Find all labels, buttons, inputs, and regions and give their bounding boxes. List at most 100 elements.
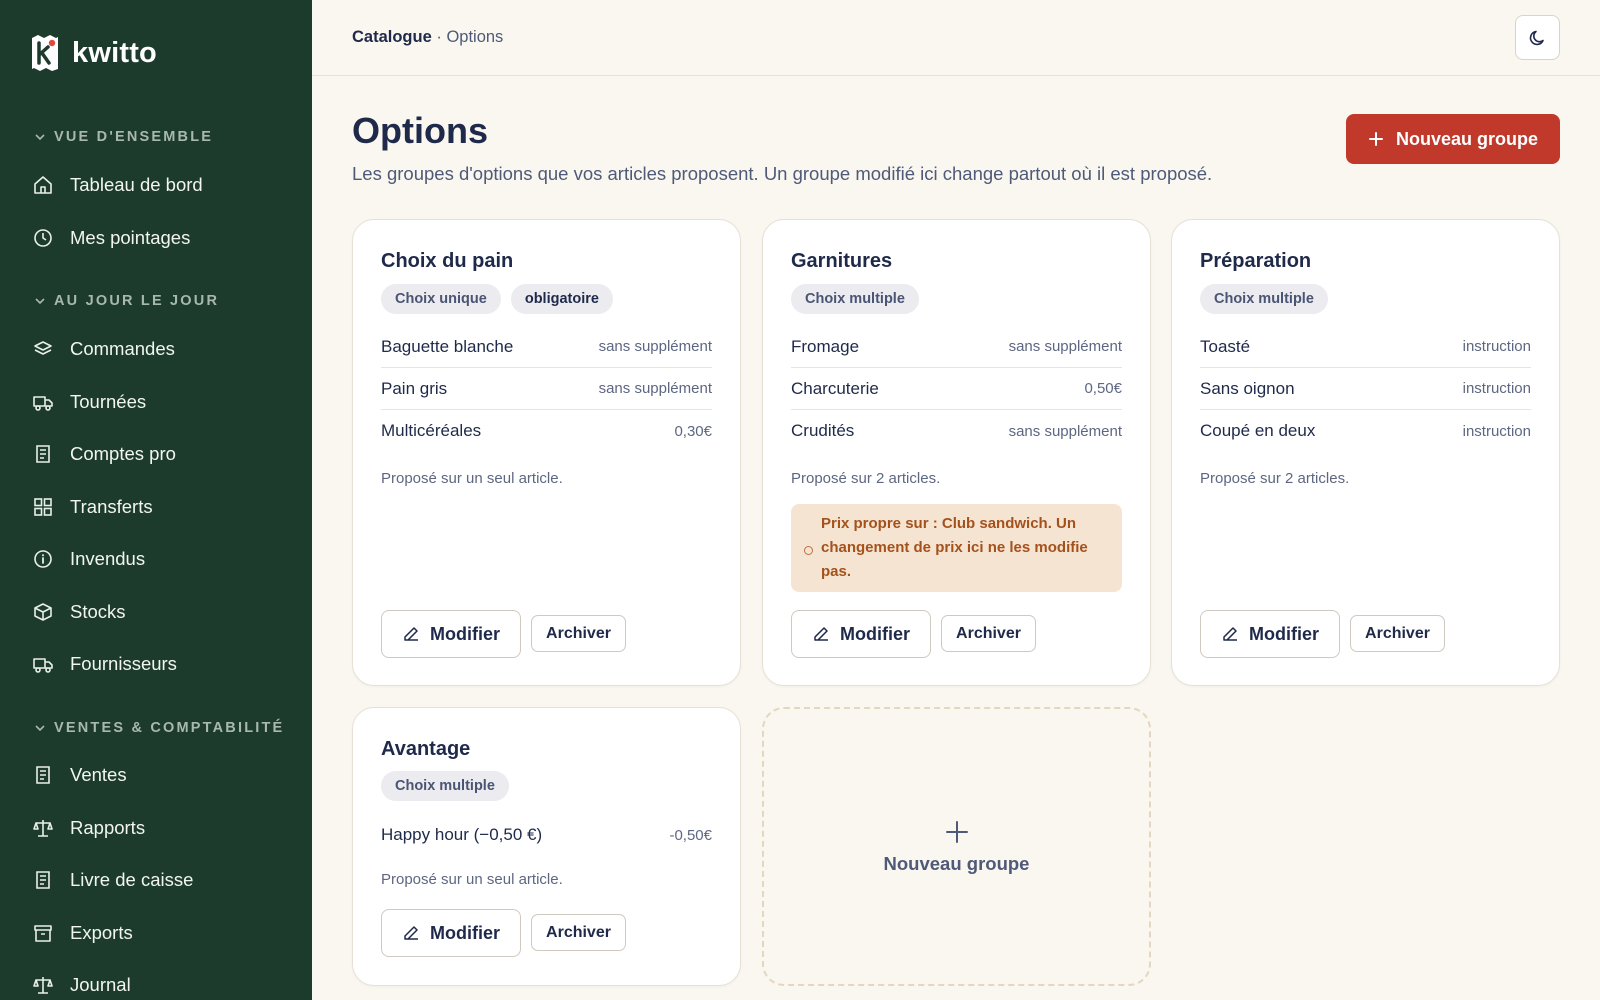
edit-button[interactable]: Modifier [791, 610, 931, 658]
receipt-icon [36, 766, 50, 784]
option-name: Pain gris [381, 378, 448, 398]
required-badge: obligatoire [510, 284, 613, 314]
sidebar-item-label: Comptes pro [70, 443, 176, 464]
box-icon [34, 603, 52, 621]
option-group-card: Avantage Choix multiple Happy hour (−0,5… [352, 707, 741, 986]
sidebar-item-sales[interactable]: Ventes [32, 764, 127, 786]
breadcrumb-current: Options [446, 28, 504, 46]
sidebar-item-label: Mes pointages [70, 227, 191, 248]
type-badge: Choix unique [381, 284, 501, 314]
option-price: instruction [1462, 338, 1531, 355]
home-icon [34, 176, 52, 194]
pencil-icon [1223, 627, 1237, 641]
chevron-down-icon [35, 725, 45, 732]
archive-button[interactable]: Archiver [1350, 615, 1445, 652]
grid-icon [34, 498, 52, 516]
option-price: -0,50€ [669, 826, 712, 844]
truck-icon [33, 658, 53, 673]
option-row: Sans oignon instruction [1200, 368, 1531, 410]
sidebar-item-label: Invendus [70, 548, 146, 569]
section-label: VUE D'ENSEMBLE [54, 129, 214, 145]
plus-icon [945, 820, 968, 843]
sidebar-item-journal[interactable]: Journal [32, 974, 131, 996]
option-group-card: Choix du pain Choix unique obligatoire B… [352, 219, 741, 686]
archive-button[interactable]: Archiver [531, 914, 626, 951]
theme-toggle-button[interactable] [1515, 15, 1560, 60]
new-group-button[interactable]: Nouveau groupe [1345, 114, 1560, 164]
option-price: 0,30€ [674, 422, 712, 440]
option-price: sans supplément [1008, 338, 1122, 355]
sidebar-item-reports[interactable]: Rapports [32, 817, 145, 839]
pencil-icon [814, 627, 828, 641]
option-row: Fromage sans supplément [791, 326, 1122, 368]
sidebar-item-transfers[interactable]: Transferts [32, 496, 153, 518]
option-name: Crudités [791, 421, 855, 440]
section-daily[interactable]: AU JOUR LE JOUR [34, 293, 219, 309]
edit-button-label: Modifier [840, 623, 910, 644]
sidebar-item-orders[interactable]: Commandes [32, 338, 175, 360]
sidebar-item-suppliers[interactable]: Fournisseurs [32, 653, 177, 675]
chevron-down-icon [35, 134, 45, 141]
edit-button[interactable]: Modifier [381, 909, 521, 957]
sidebar-item-dashboard[interactable]: Tableau de bord [32, 174, 203, 196]
new-group-button-label: Nouveau groupe [1395, 128, 1538, 149]
new-group-card-label: Nouveau groupe [883, 852, 1030, 874]
section-sales-accounting[interactable]: VENTES & COMPTABILITÉ [34, 720, 284, 736]
layers-icon [34, 341, 52, 355]
edit-button[interactable]: Modifier [1200, 610, 1340, 658]
sidebar-item-label: Tableau de bord [70, 174, 203, 195]
option-price: instruction [1462, 380, 1531, 397]
option-name: Coupé en deux [1200, 421, 1316, 440]
sidebar: kwitto VUE D'ENSEMBLE Tableau de bord Me… [0, 0, 312, 1000]
option-name: Baguette blanche [381, 336, 514, 356]
edit-button-label: Modifier [430, 623, 500, 644]
plus-icon [1368, 132, 1383, 146]
group-tags: Choix multiple [1200, 284, 1328, 314]
clock-icon [34, 229, 52, 247]
chevron-down-icon [35, 298, 45, 305]
brand[interactable]: kwitto [30, 34, 157, 72]
sidebar-item-unsold[interactable]: Invendus [32, 548, 145, 570]
edit-button[interactable]: Modifier [381, 610, 521, 658]
option-row: Happy hour (−0,50 €) -0,50€ [381, 814, 712, 856]
kwitto-logo-icon [30, 34, 60, 72]
edit-button-label: Modifier [1249, 623, 1319, 644]
section-label: AU JOUR LE JOUR [54, 293, 220, 309]
group-tags: Choix multiple [381, 771, 509, 801]
new-group-card[interactable]: Nouveau groupe [762, 707, 1151, 986]
section-overview[interactable]: VUE D'ENSEMBLE [34, 129, 213, 145]
warning-text: Prix propre sur : Club sandwich. Un chan… [821, 515, 1088, 580]
sidebar-item-time-tracking[interactable]: Mes pointages [32, 227, 190, 249]
archive-button[interactable]: Archiver [941, 615, 1036, 652]
sidebar-item-rounds[interactable]: Tournées [32, 391, 146, 413]
archive-icon [34, 925, 52, 942]
usage-note: Proposé sur un seul article. [381, 871, 563, 888]
warning-dot-icon [804, 546, 813, 555]
breadcrumb-parent[interactable]: Catalogue [352, 28, 432, 46]
receipt-icon [36, 445, 50, 463]
option-row: Coupé en deux instruction [1200, 410, 1531, 452]
breadcrumb: Catalogue · Options [352, 28, 503, 47]
sidebar-item-cashbook[interactable]: Livre de caisse [32, 869, 193, 891]
sidebar-item-label: Stocks [70, 601, 126, 622]
sidebar-item-pro-accounts[interactable]: Comptes pro [32, 443, 176, 465]
sidebar-item-label: Ventes [70, 764, 127, 785]
sidebar-item-label: Rapports [70, 817, 146, 838]
type-badge: Choix multiple [791, 284, 919, 314]
sidebar-item-stocks[interactable]: Stocks [32, 601, 126, 623]
section-label: VENTES & COMPTABILITÉ [54, 720, 285, 736]
option-price: 0,50€ [1084, 380, 1122, 397]
option-name: Sans oignon [1200, 378, 1295, 398]
archive-button[interactable]: Archiver [531, 615, 626, 652]
topbar: Catalogue · Options [312, 0, 1600, 76]
option-row: Toasté instruction [1200, 326, 1531, 368]
usage-note: Proposé sur 2 articles. [1200, 470, 1350, 487]
option-row: Multicéréales 0,30€ [381, 410, 712, 452]
option-name: Multicéréales [381, 421, 482, 440]
option-row: Baguette blanche sans supplément [381, 326, 712, 368]
option-name: Fromage [791, 336, 860, 356]
sidebar-item-exports[interactable]: Exports [32, 922, 133, 944]
option-name: Toasté [1200, 336, 1251, 356]
group-title: Préparation [1200, 250, 1312, 272]
brand-name: kwitto [72, 36, 157, 69]
